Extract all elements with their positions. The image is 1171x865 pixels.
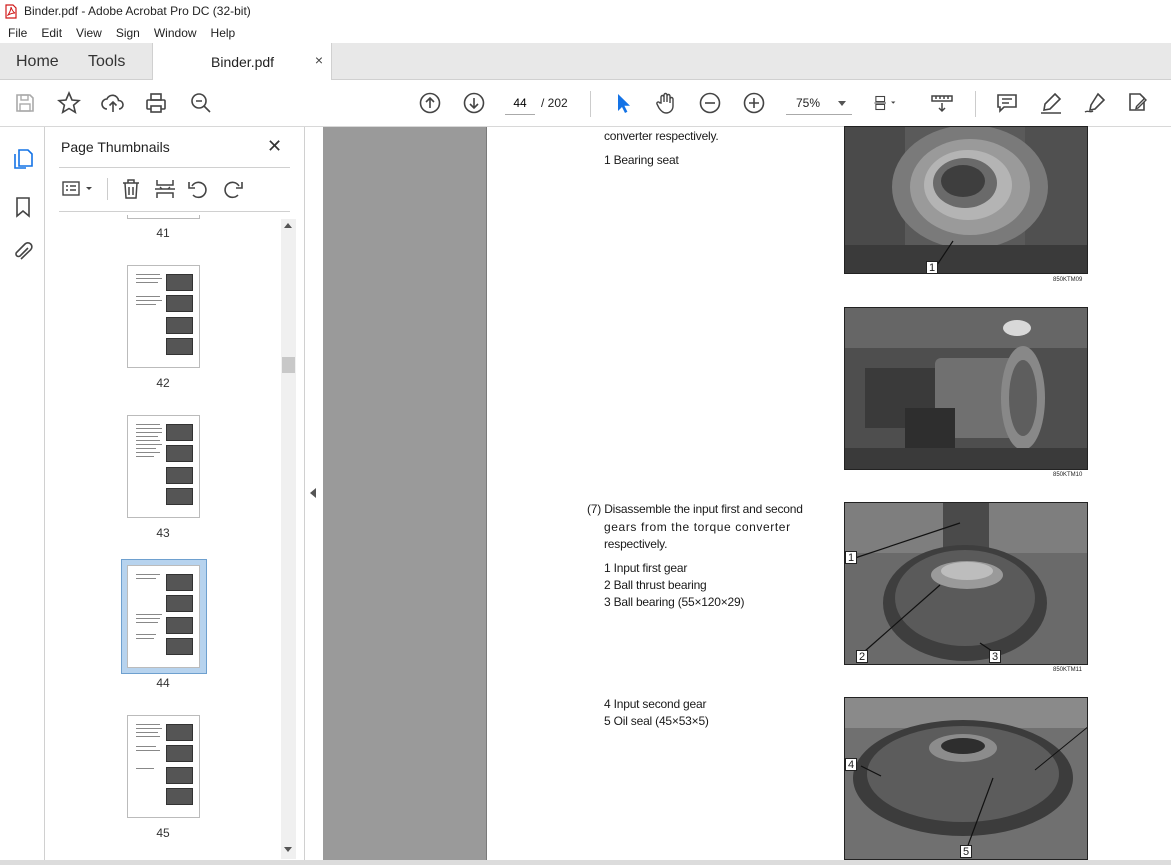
zoom-select[interactable]: 75% (786, 91, 852, 115)
scroll-mode-icon[interactable] (929, 90, 955, 116)
list-item: 1 Bearing seat (604, 153, 679, 167)
thumbnail-label: 42 (156, 376, 170, 390)
print-icon[interactable] (143, 90, 169, 116)
navigation-rail (0, 127, 45, 865)
toolbar: / 202 75% (0, 80, 1171, 127)
save-icon[interactable] (12, 90, 38, 116)
highlight-pen-icon[interactable] (1038, 90, 1064, 116)
extract-page-icon[interactable] (153, 177, 177, 201)
thumbnail-page-44-selected[interactable] (121, 559, 207, 674)
thumbnail-page-41[interactable] (127, 215, 200, 219)
tab-document-label: Binder.pdf (211, 54, 275, 70)
acrobat-pdf-icon (4, 3, 18, 19)
list-item: 5 Oil seal (45×53×5) (604, 714, 709, 728)
thumbnail-page-42[interactable] (127, 265, 200, 368)
callout-label: 2 (856, 650, 868, 663)
list-item: 2 Ball thrust bearing (604, 578, 707, 592)
paragraph-text: converter respectively. (604, 129, 719, 143)
tab-home[interactable]: Home (16, 53, 59, 71)
collapse-panel-icon[interactable] (310, 488, 316, 498)
callout-label: 3 (989, 650, 1001, 663)
panel-title: Page Thumbnails (61, 139, 170, 155)
scrollbar-thumb[interactable] (282, 357, 295, 373)
callout-label: 1 (926, 261, 938, 274)
hand-tool-icon[interactable] (653, 90, 679, 116)
page-thumbnails-icon[interactable] (11, 147, 35, 171)
page-display-icon[interactable] (873, 90, 909, 116)
menu-window[interactable]: Window (146, 26, 203, 40)
select-tool-icon[interactable] (609, 90, 635, 116)
panel-splitter[interactable] (304, 127, 323, 860)
title-bar: Binder.pdf - Adobe Acrobat Pro DC (32-bi… (0, 0, 1171, 22)
thumbnail-page-43[interactable] (127, 415, 200, 518)
scroll-up-icon[interactable] (284, 223, 292, 228)
step-heading-line: gears from the torque converter (604, 520, 791, 534)
toolbar-divider (975, 91, 976, 117)
figure-caption: 850KTM09 (1053, 277, 1083, 283)
zoom-value: 75% (796, 96, 821, 110)
draw-pen-icon[interactable] (1082, 90, 1108, 116)
zoom-in-icon[interactable] (741, 90, 767, 116)
scroll-down-icon[interactable] (284, 847, 292, 852)
pdf-page: converter respectively. 1 Bearing seat (… (486, 126, 1171, 860)
thumbnail-page-45[interactable] (127, 715, 200, 818)
rotate-clockwise-icon[interactable] (221, 177, 245, 201)
attachment-paperclip-icon[interactable] (11, 240, 35, 264)
thumbnail-label: 44 (156, 676, 170, 690)
delete-page-icon[interactable] (119, 177, 143, 201)
bookmark-icon[interactable] (11, 195, 35, 219)
rotate-counterclockwise-icon[interactable] (186, 177, 210, 201)
window-title: Binder.pdf - Adobe Acrobat Pro DC (32-bi… (24, 4, 251, 18)
list-item: 3 Ball bearing (55×120×29) (604, 595, 745, 609)
page-thumbnails-panel: Page Thumbnails ✕ 41 42 43 44 45 (45, 127, 304, 860)
tab-document[interactable]: Binder.pdf × (152, 43, 332, 80)
photo-bearing-seat (844, 126, 1088, 274)
panel-scrollbar[interactable] (281, 219, 296, 859)
thumbnail-label: 43 (156, 526, 170, 540)
panel-toolbar-divider (107, 178, 108, 200)
tab-bar: Home Tools Binder.pdf × (0, 43, 1171, 80)
callout-label: 4 (845, 758, 857, 771)
menu-help[interactable]: Help (203, 26, 242, 40)
panel-close-icon[interactable]: ✕ (267, 136, 282, 157)
figure-caption: 850KTM10 (1053, 472, 1083, 478)
next-page-icon[interactable] (461, 90, 487, 116)
menu-bar: File Edit View Sign Window Help (0, 22, 1171, 43)
status-strip (0, 860, 1171, 865)
cloud-upload-icon[interactable] (100, 90, 126, 116)
menu-edit[interactable]: Edit (33, 26, 68, 40)
photo-torque-converter (844, 307, 1088, 470)
tab-close-icon[interactable]: × (315, 52, 323, 68)
callout-label: 5 (960, 845, 972, 858)
toolbar-divider (590, 91, 591, 117)
list-item: 4 Input second gear (604, 697, 707, 711)
step-heading: (7) Disassemble the input first and seco… (587, 502, 803, 516)
star-icon[interactable] (56, 90, 82, 116)
fill-sign-icon[interactable] (1125, 90, 1151, 116)
thumbnail-label: 45 (156, 826, 170, 840)
thumbnail-label: 41 (156, 226, 170, 240)
comment-icon[interactable] (994, 90, 1020, 116)
figure-caption: 850KTM11 (1053, 667, 1082, 673)
tab-tools[interactable]: Tools (88, 53, 125, 71)
thumbnail-options-icon[interactable] (61, 177, 95, 201)
list-item: 1 Input first gear (604, 561, 688, 575)
chevron-down-icon (838, 101, 846, 106)
menu-view[interactable]: View (68, 26, 108, 40)
panel-divider (59, 211, 290, 212)
page-number-input[interactable] (505, 91, 535, 115)
page-total: / 202 (541, 96, 568, 110)
menu-file[interactable]: File (0, 26, 33, 40)
callout-label: 1 (845, 551, 857, 564)
zoom-out-icon[interactable] (697, 90, 723, 116)
menu-sign[interactable]: Sign (108, 26, 146, 40)
panel-divider (59, 167, 290, 168)
search-zoom-icon[interactable] (188, 90, 214, 116)
photo-input-first-gear (844, 502, 1088, 665)
previous-page-icon[interactable] (417, 90, 443, 116)
photo-input-second-gear (844, 697, 1088, 860)
step-heading-line: respectively. (604, 537, 668, 551)
